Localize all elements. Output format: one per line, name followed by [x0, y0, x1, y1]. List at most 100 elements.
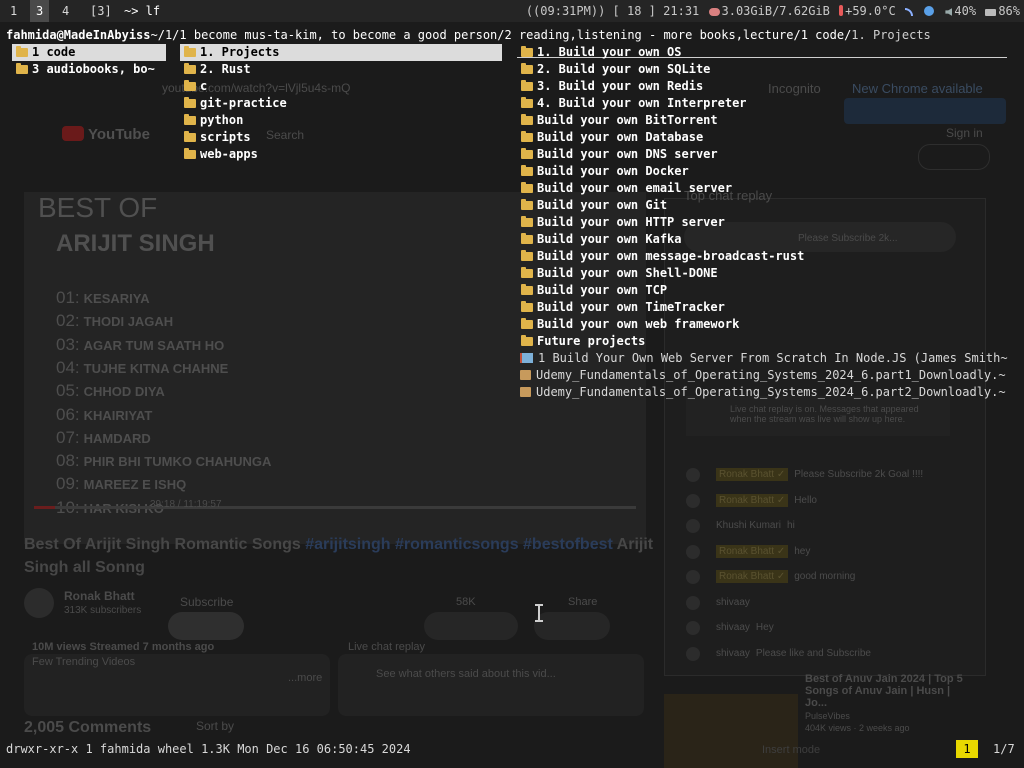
file-entry[interactable]: Build your own Kafka [517, 231, 1007, 248]
subscriber-count: 313K subscribers [64, 605, 142, 616]
song-number: 04: [56, 357, 80, 377]
chat-author: Ronak Bhatt ✓ [716, 468, 789, 481]
file-entry[interactable]: Udemy_Fundamentals_of_Operating_Systems_… [517, 367, 1007, 384]
youtube-logo-icon [62, 126, 84, 141]
file-entry-name: Build your own DNS server [537, 147, 718, 161]
file-entry[interactable]: git-practice [180, 95, 502, 112]
file-entry[interactable]: python [180, 112, 502, 129]
file-entry[interactable]: Build your own TimeTracker [517, 299, 1007, 316]
tmux-window-3[interactable]: 4 [56, 0, 75, 22]
folder-icon [521, 46, 533, 57]
file-entry[interactable]: Build your own Git [517, 197, 1007, 214]
lf-current-file: 1. Projects [851, 28, 931, 42]
file-entry[interactable]: 1. Projects [180, 44, 502, 61]
folder-icon [521, 233, 533, 244]
file-entry[interactable]: 2. Build your own SQLite [517, 61, 1007, 78]
file-entry[interactable]: Udemy_Fundamentals_of_Operating_Systems_… [517, 384, 1007, 401]
folder-icon [521, 165, 533, 176]
file-entry-name: Build your own Kafka [537, 232, 682, 246]
file-entry[interactable]: web-apps [180, 146, 502, 163]
chat-text: good morning [794, 571, 856, 582]
globe-icon [924, 6, 935, 16]
song-title: AGAR TUM SAATH HO [83, 337, 225, 353]
chat-avatar [686, 595, 700, 610]
folder-icon [521, 114, 533, 125]
file-entry[interactable]: Build your own Database [517, 129, 1007, 146]
song-number: 03: [56, 334, 80, 354]
file-entry-name: 4. Build your own Interpreter [537, 96, 747, 110]
chat-notice: Live chat replay is on. Messages that ap… [730, 404, 919, 424]
folder-icon [521, 63, 533, 74]
folder-icon [521, 284, 533, 295]
file-entry[interactable]: 1 code [12, 44, 166, 61]
file-entry[interactable]: Build your own email server [517, 180, 1007, 197]
song-item: 04: TUJHE KITNA CHAHNE [56, 358, 228, 378]
chat-message: shivaay [716, 597, 756, 608]
file-entry[interactable]: 1. Build your own OS [517, 44, 1007, 61]
file-entry[interactable]: c [180, 78, 502, 95]
file-entry-name: scripts [200, 130, 251, 144]
chat-message: shivaay Hey [716, 622, 774, 633]
song-item: 07: HAMDARD [56, 428, 151, 448]
video-title-line-2: Singh all Sonng [24, 559, 145, 576]
file-entry[interactable]: Build your own TCP [517, 282, 1007, 299]
file-entry-name: 1. Build your own OS [537, 45, 682, 59]
song-item: 08: PHIR BHI TUMKO CHAHUNGA [56, 451, 271, 471]
recommended-channel: PulseVibes [805, 711, 850, 721]
song-number: 07: [56, 427, 80, 447]
folder-icon [521, 318, 533, 329]
tmux-window-1[interactable]: 1 [4, 0, 23, 22]
song-title: CHHOD DIYA [83, 384, 165, 400]
folder-icon [521, 182, 533, 193]
file-entry[interactable]: Future projects [517, 333, 1007, 350]
file-entry-name: 1. Projects [200, 45, 280, 59]
folder-icon [184, 63, 196, 74]
tmux-window-4[interactable]: [3] [84, 0, 118, 22]
recommended-thumbnail [664, 694, 798, 768]
file-entry[interactable]: Build your own BitTorrent [517, 112, 1007, 129]
text-cursor-icon [535, 604, 543, 622]
lf-parent-column: 1 code 3 audiobooks, bo~ [12, 44, 166, 78]
live-replay-box [338, 654, 644, 716]
lf-user-host: fahmida@MadeInAbyiss [6, 28, 151, 42]
tmux-window-2[interactable]: 3 [30, 0, 50, 22]
chat-avatar [686, 646, 700, 661]
file-entry[interactable]: Build your own Docker [517, 163, 1007, 180]
share-button [534, 612, 610, 640]
file-entry[interactable]: 4. Build your own Interpreter [517, 95, 1007, 112]
file-entry[interactable]: 2. Rust [180, 61, 502, 78]
song-number: 08: [56, 451, 80, 471]
file-entry-name: Build your own TCP [537, 283, 668, 297]
sort-by: Sort by [196, 719, 235, 733]
file-entry[interactable]: scripts [180, 129, 502, 146]
file-entry[interactable]: 3 audiobooks, bo~ [12, 61, 166, 78]
file-entry-name: Build your own BitTorrent [537, 113, 718, 127]
video-progress-fill [34, 506, 56, 509]
file-entry[interactable]: Build your own HTTP server [517, 214, 1007, 231]
file-entry-name: 1 code [32, 45, 76, 59]
file-entry[interactable]: 1 Build Your Own Web Server From Scratch… [517, 350, 1008, 367]
folder-icon [521, 250, 533, 261]
folder-icon [184, 46, 196, 57]
file-entry[interactable]: Build your own web framework [517, 316, 1007, 333]
like-button [424, 612, 518, 640]
file-entry[interactable]: Build your own Shell-DONE [517, 265, 1007, 282]
song-number: 06: [56, 404, 80, 424]
chat-author: Ronak Bhatt ✓ [716, 544, 789, 558]
file-entry-name: Build your own Docker [537, 164, 689, 178]
folder-icon [184, 148, 196, 159]
status-memory: 3.03GiB/7.62GiB [721, 4, 830, 18]
insert-mode-label: Insert mode [762, 744, 821, 756]
song-item: 09: MAREEZ E ISHQ [56, 474, 186, 494]
song-title: KHAIRIYAT [83, 407, 153, 423]
youtube-wordmark: YouTube [88, 126, 150, 143]
file-entry[interactable]: Build your own DNS server [517, 146, 1007, 163]
song-title: TUJHE KITNA CHAHNE [83, 360, 229, 376]
memory-icon [708, 8, 720, 16]
file-entry[interactable]: Build your own message-broadcast-rust [517, 248, 1007, 265]
folder-icon [521, 301, 533, 312]
comment-count: 2,005 Comments [24, 719, 152, 736]
file-entry[interactable]: 3. Build your own Redis [517, 78, 1007, 95]
song-item: 05: CHHOD DIYA [56, 381, 165, 401]
chat-avatar [686, 621, 700, 635]
